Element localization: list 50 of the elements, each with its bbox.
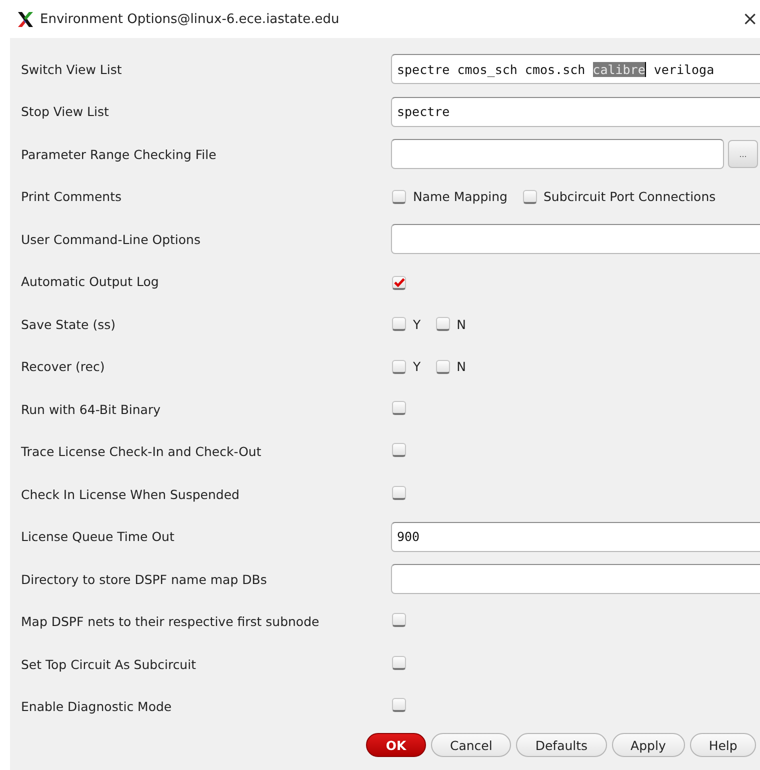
option-label: Switch View List: [20, 62, 123, 77]
browse-button[interactable]: ...: [728, 140, 758, 168]
option-label: Recover (rec): [20, 359, 106, 374]
dialog-button[interactable]: OK: [366, 733, 426, 757]
checkbox[interactable]: [392, 400, 406, 415]
option-label: Save State (ss): [20, 316, 116, 332]
checkbox[interactable]: [392, 443, 406, 458]
x-logo-icon: [17, 10, 34, 28]
option-label: Directory to store DSPF name map DBs: [20, 572, 268, 587]
checkbox[interactable]: [436, 317, 450, 332]
option-label: License Queue Time Out: [20, 529, 176, 544]
option-label: Print Comments: [20, 189, 122, 204]
text-field[interactable]: spectre: [391, 96, 760, 127]
option-label: Parameter Range Checking File: [20, 146, 218, 162]
option-label: Map DSPF nets to their respective first subnode: [20, 614, 320, 630]
checkbox[interactable]: [392, 486, 406, 500]
text-field[interactable]: 900: [391, 522, 760, 552]
checkbox[interactable]: [392, 360, 406, 374]
checkbox[interactable]: [522, 190, 536, 204]
option-label: Automatic Output Log: [20, 274, 160, 290]
option-label: N: [456, 359, 466, 374]
option-label: Trace License Check-In and Check-Out: [20, 444, 262, 460]
checkbox[interactable]: [436, 360, 450, 374]
file-field[interactable]: [391, 139, 724, 170]
checkbox[interactable]: [392, 613, 406, 628]
checkbox[interactable]: [392, 317, 406, 332]
option-label: Set Top Circuit As Subcircuit: [20, 656, 197, 672]
option-label: Check In License When Suspended: [20, 486, 240, 502]
dialog-button[interactable]: Help: [690, 733, 756, 757]
text-field[interactable]: [391, 564, 760, 594]
option-label: User Command-Line Options: [20, 232, 202, 247]
option-label: Y: [413, 359, 421, 374]
text-field[interactable]: spectre cmos_sch cmos.sch calibre veriloga: [391, 54, 760, 84]
checkbox[interactable]: [392, 698, 406, 712]
dialog-button[interactable]: Defaults: [516, 733, 607, 757]
option-label: Y: [413, 316, 421, 332]
option-label: Enable Diagnostic Mode: [20, 699, 173, 714]
checkbox[interactable]: [392, 656, 406, 670]
option-label: N: [456, 316, 466, 332]
checkbox[interactable]: [392, 190, 406, 204]
window-title: Environment Options@linux-6.ece.iastate.edu: [40, 12, 340, 26]
option-label: Subcircuit Port Connections: [544, 189, 716, 204]
text-field[interactable]: [391, 224, 760, 254]
close-button[interactable]: ×: [742, 10, 758, 28]
dialog-button[interactable]: Apply: [612, 733, 685, 757]
checkbox[interactable]: [392, 276, 406, 290]
dialog-button[interactable]: Cancel: [431, 733, 512, 757]
option-label: Name Mapping: [413, 189, 508, 204]
option-label: Run with 64-Bit Binary: [20, 402, 162, 417]
option-label: Stop View List: [20, 104, 110, 120]
